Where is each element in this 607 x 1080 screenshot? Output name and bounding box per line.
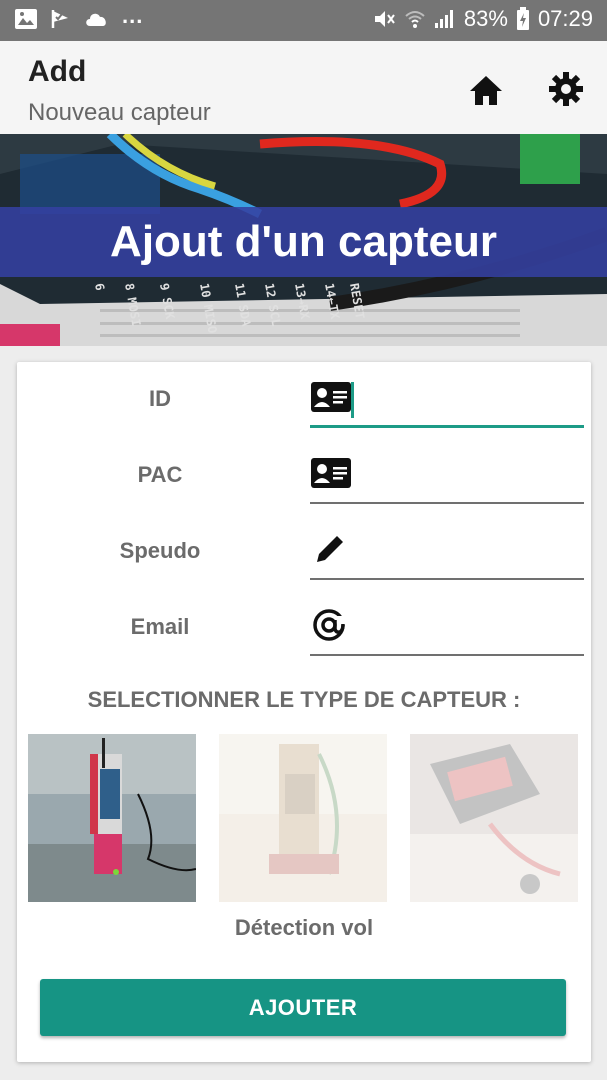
clock: 07:29 — [537, 6, 593, 31]
id-row: ID — [17, 362, 591, 432]
sensor-photo-2 — [219, 734, 387, 902]
pac-row: PAC — [17, 438, 591, 508]
check-flag-icon — [51, 10, 68, 28]
pseudo-row: Speudo — [17, 514, 591, 584]
add-button[interactable]: AJOUTER — [40, 979, 566, 1036]
sensor-type-2[interactable] — [219, 734, 387, 902]
pencil-icon — [317, 533, 346, 562]
sensor-type-theft-detection[interactable] — [28, 734, 196, 902]
notification-icons: ... — [14, 3, 143, 30]
theft-sensor-photo — [28, 734, 196, 902]
gear-icon[interactable] — [546, 69, 586, 109]
selected-sensor-caption: Détection vol — [234, 915, 374, 940]
text-cursor — [351, 382, 354, 418]
app-toolbar: Add Nouveau capteur — [0, 41, 607, 134]
image-icon — [15, 9, 37, 29]
page-title: Add — [28, 55, 87, 88]
email-label: Email — [130, 614, 190, 639]
wifi-icon — [405, 11, 425, 28]
banner-caption: Ajout d'un capteur — [0, 207, 607, 277]
cloud-icon — [86, 13, 106, 26]
sensor-photo-3 — [410, 734, 578, 902]
sensor-type-3[interactable] — [410, 734, 578, 902]
mute-icon — [374, 11, 395, 27]
email-row: Email — [17, 590, 591, 660]
at-sign-icon — [313, 609, 347, 641]
battery-percent: 83% — [463, 6, 508, 31]
system-icons: 83% 07:29 — [372, 6, 593, 32]
add-sensor-form: ID PAC Speudo Email SELECTIONNER LE TYPE… — [17, 362, 591, 1062]
header-banner: 6 8 MOSI 9 SCK 10 MISO 11 SDA 12 SCL 13→… — [0, 134, 607, 346]
sensor-type-title: SELECTIONNER LE TYPE DE CAPTEUR : — [87, 687, 521, 712]
pseudo-label: Speudo — [119, 538, 201, 563]
overflow-notifications: ... — [122, 3, 144, 28]
id-card-icon — [311, 458, 351, 488]
id-card-icon — [311, 382, 351, 412]
battery-icon — [516, 7, 529, 30]
signal-icon — [434, 10, 453, 28]
id-label: ID — [149, 386, 171, 411]
page-subtitle: Nouveau capteur — [28, 99, 211, 126]
pac-label: PAC — [137, 462, 183, 487]
home-icon[interactable] — [466, 71, 506, 111]
status-bar: ... 83% 07:29 — [0, 0, 607, 41]
